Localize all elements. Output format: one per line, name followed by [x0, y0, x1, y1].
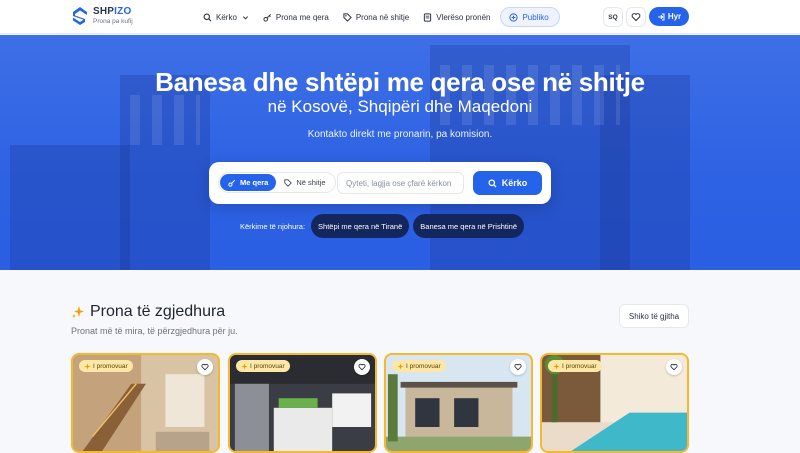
featured-section-title: Prona të zgjedhura [71, 303, 225, 321]
hero-background-building [10, 145, 130, 270]
tab-sale-label: Në shitje [296, 178, 326, 187]
favorite-toggle[interactable] [666, 359, 682, 375]
chevron-down-icon [242, 15, 248, 19]
search-input[interactable] [337, 172, 464, 194]
search-button-label: Kërko [501, 178, 528, 188]
main-nav: Kërko Prona me qera Prona në shitje Vler… [203, 0, 560, 34]
nav-rent-label: Prona me qera [275, 12, 329, 22]
nav-valuation[interactable]: Vlerëso pronën [423, 13, 490, 22]
heart-icon [514, 363, 522, 371]
property-card[interactable]: I promovuar [71, 353, 220, 453]
login-label: Hyr [667, 12, 682, 21]
featured-section-subtitle: Pronat më të mira, të përzgjedhura për j… [71, 326, 238, 336]
popular-search-chip[interactable]: Shtëpi me qera në Tiranë [311, 214, 410, 238]
tab-sale[interactable]: Në shitje [276, 174, 333, 191]
favorite-toggle[interactable] [510, 359, 526, 375]
tab-rent-label: Me qera [240, 178, 269, 187]
popular-searches: Kërkime të njohura: Shtëpi me qera në Ti… [240, 214, 528, 238]
sparkles-icon [553, 362, 560, 370]
language-selector[interactable]: SQ [603, 7, 623, 27]
property-card[interactable]: I promovuar [384, 353, 533, 453]
login-button[interactable]: Hyr [649, 7, 689, 26]
favorite-toggle[interactable] [197, 359, 213, 375]
tag-icon [284, 178, 293, 187]
popular-searches-label: Kërkime të njohura: [240, 221, 306, 231]
login-icon [657, 13, 665, 20]
nav-search-label: Kërko [216, 12, 237, 22]
sparkles-icon [241, 362, 248, 370]
nav-sale-label: Prona në shitje [355, 12, 410, 22]
see-all-button[interactable]: Shiko të gjitha [619, 304, 689, 328]
tag-icon [343, 12, 352, 22]
nav-sale[interactable]: Prona në shitje [343, 13, 409, 22]
promoted-badge: I promovuar [79, 360, 133, 372]
search-button[interactable]: Kërko [473, 171, 542, 195]
promoted-badge: I promovuar [548, 360, 602, 372]
hero-title: Banesa dhe shtëpi me qera ose në shitje [155, 67, 645, 97]
document-icon [424, 12, 432, 22]
search-icon [203, 13, 212, 21]
hero-subtitle: në Kosovë, Shqipëri dhe Maqedoni [267, 97, 533, 116]
plus-circle-icon [509, 12, 519, 22]
sparkles-icon [84, 362, 91, 370]
publish-button[interactable]: Publiko [500, 7, 560, 27]
listing-type-toggle: Me qera Në shitje [218, 172, 336, 193]
property-card[interactable]: I promovuar [228, 353, 377, 453]
key-icon [228, 179, 236, 187]
publish-label: Publiko [522, 12, 549, 22]
heart-icon [670, 363, 678, 371]
logo[interactable]: SHPIZO Prona pa kufij [72, 6, 133, 26]
logo-icon [73, 7, 87, 25]
tab-rent[interactable]: Me qera [220, 174, 277, 191]
favorites-button[interactable] [626, 7, 646, 27]
promoted-badge: I promovuar [236, 360, 290, 372]
property-card[interactable]: I promovuar [540, 353, 689, 453]
hero-section: Banesa dhe shtëpi me qera ose në shitje … [0, 35, 800, 270]
sparkles-icon [397, 362, 404, 370]
heart-icon [358, 363, 366, 371]
promoted-badge: I promovuar [392, 360, 446, 372]
logo-name: SHPIZO [93, 5, 132, 17]
nav-search[interactable]: Kërko [203, 13, 249, 22]
search-panel: Me qera Në shitje Kërko [209, 162, 551, 204]
popular-search-chip[interactable]: Banesa me qera në Prishtinë [413, 214, 524, 238]
favorite-toggle[interactable] [354, 359, 370, 375]
key-icon [263, 13, 271, 22]
search-icon [488, 178, 497, 188]
site-header: SHPIZO Prona pa kufij Kërko Prona me qer… [0, 0, 800, 34]
logo-tagline: Prona pa kufij [93, 17, 133, 25]
heart-icon [631, 13, 641, 22]
sparkles-icon [72, 306, 84, 318]
nav-rent[interactable]: Prona me qera [263, 13, 329, 22]
nav-valuation-label: Vlerëso pronën [436, 12, 491, 22]
hero-description: Kontakto direkt me pronarin, pa komision… [307, 129, 493, 140]
heart-icon [201, 363, 209, 371]
